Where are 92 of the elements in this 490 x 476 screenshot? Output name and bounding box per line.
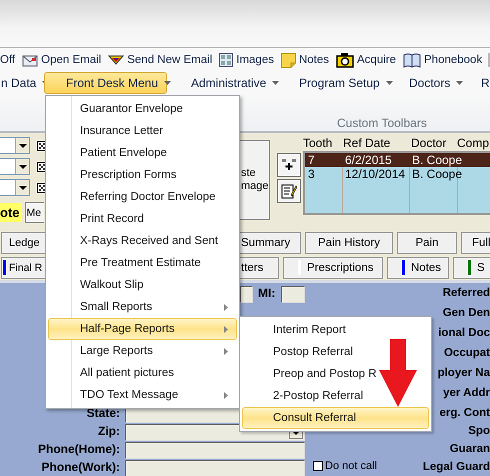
column-header: Doctor [411, 136, 448, 151]
menu-item[interactable]: Consult Referral [242, 407, 429, 429]
menu-item[interactable]: Walkout Slip [48, 274, 237, 296]
menu-bar-item[interactable]: Administrative [190, 72, 298, 94]
plus-icon [282, 159, 296, 171]
tab-button[interactable]: S [453, 256, 490, 278]
notepad-pencil-icon [281, 183, 297, 199]
menu-item[interactable]: Patient Envelope [48, 142, 237, 164]
menu-item[interactable]: Referring Doctor Envelope [48, 186, 237, 208]
menu-item[interactable]: Pre Treatment Estimate [48, 252, 237, 274]
field-label: Zip: [98, 424, 120, 439]
menu-bar-item[interactable]: R [480, 72, 490, 94]
caret-icon [18, 186, 26, 190]
table-cell-text: 6/2/2015 [344, 153, 393, 167]
toolbar-button[interactable]: Notes [280, 52, 330, 68]
field-label: Phone(Home): [38, 442, 120, 457]
note-label: ote [0, 203, 22, 222]
menu-bar-item[interactable]: Program Setup [298, 72, 408, 94]
table-row[interactable]: 3 12/10/2014 B. Coope [305, 167, 490, 181]
column-header: Tooth [303, 136, 334, 151]
field-label: Legal Guard [422, 460, 490, 475]
caret-icon [18, 164, 26, 168]
menu-item[interactable]: Print Record [48, 208, 237, 230]
column-header: Comp [457, 136, 490, 151]
input-field[interactable] [125, 442, 305, 459]
menu-item[interactable]: Interim Report [242, 319, 429, 341]
menu-item[interactable]: All patient pictures [48, 362, 237, 384]
paste-image-button[interactable]: ste mage [240, 140, 270, 220]
field-label: yer Addr [443, 386, 490, 401]
toolbar-button[interactable]: Send New Email [107, 54, 214, 66]
tab-button[interactable]: Full [461, 232, 490, 254]
down-arrow-icon [379, 339, 417, 407]
menu-item[interactable]: Insurance Letter [48, 120, 237, 142]
toolbar-button[interactable]: Off [0, 54, 16, 66]
camera-icon [336, 52, 354, 68]
field-label: Occupat [444, 346, 490, 361]
input-field[interactable] [125, 460, 305, 476]
field-label: ional Doc [438, 326, 490, 341]
field-label: erg. Cont [440, 406, 490, 421]
menu-item[interactable]: TDO Text Message [48, 384, 237, 406]
grid-icon [219, 53, 234, 67]
toolbar-button[interactable]: Acquire [335, 52, 398, 68]
dropdown-field[interactable] [0, 179, 30, 196]
dropdown-field[interactable] [0, 137, 30, 154]
tab-button[interactable]: Prescriptions [283, 256, 383, 278]
table-row[interactable]: 7 6/2/2015 B. Coope [305, 153, 490, 167]
tab-button[interactable]: Notes [387, 256, 449, 278]
field-label: State: [86, 406, 120, 421]
table-cell-text: 7 [307, 153, 316, 167]
menu-bar-item[interactable]: Doctors [408, 72, 480, 94]
checkbox-label: Do not call [325, 460, 377, 472]
menu-item[interactable]: Large Reports [48, 340, 237, 362]
dropdown-field[interactable] [0, 158, 30, 175]
input-field[interactable] [240, 286, 253, 303]
edit-note-button[interactable] [277, 179, 301, 203]
table-cell-text: 3 [307, 167, 316, 181]
menu-item[interactable]: Postop Referral [242, 341, 429, 363]
table-cell-text: 12/10/2014 [344, 167, 406, 181]
menu-item[interactable]: Preop and Postop R [242, 363, 429, 385]
panel-button[interactable]: Me [24, 202, 44, 223]
menu-item[interactable]: Guarantor Envelope [48, 98, 237, 120]
tab-button[interactable]: tters [240, 256, 279, 278]
input-field[interactable] [281, 286, 305, 303]
menu-item[interactable]: Half-Page Reports [48, 318, 237, 340]
tab-button[interactable]: Final R [1, 256, 45, 278]
toolbar-button[interactable]: Images [218, 53, 275, 67]
table-cell-text: B. Coope [411, 153, 464, 167]
toolbar-button[interactable]: Open Email [21, 53, 102, 67]
menu-item[interactable]: Small Reports [48, 296, 237, 318]
menu-item[interactable]: 2-Postop Referral [242, 385, 429, 407]
field-label: ployer Na [438, 366, 490, 381]
field-label: Phone(Work): [42, 460, 120, 475]
tab-button[interactable]: Pain History [305, 232, 393, 254]
field-label: MI: [258, 286, 276, 301]
menu-item[interactable]: X-Rays Received and Sent [48, 230, 237, 252]
add-button[interactable] [277, 153, 301, 177]
field-label: Spo [468, 424, 490, 439]
field-label: Referred [442, 286, 490, 301]
field-label: Gen Den [442, 306, 490, 321]
menu-item[interactable]: Prescription Forms [48, 164, 237, 186]
toolbar-button[interactable]: Phonebook [402, 52, 484, 68]
book-icon [403, 52, 422, 68]
caret-icon [18, 144, 26, 148]
ribbon-group-label: Custom Toolbars [337, 116, 427, 130]
tab-button[interactable]: Ledge [1, 232, 45, 254]
checkbox[interactable] [313, 461, 323, 471]
field-label: Guaran [450, 442, 490, 457]
tab-button[interactable]: Summary [240, 232, 301, 254]
column-header: Ref Date [343, 136, 392, 151]
tab-button[interactable]: Pain [397, 232, 457, 254]
sticky-note-icon [280, 52, 296, 68]
table-cell-text: B. Coope [411, 167, 464, 181]
